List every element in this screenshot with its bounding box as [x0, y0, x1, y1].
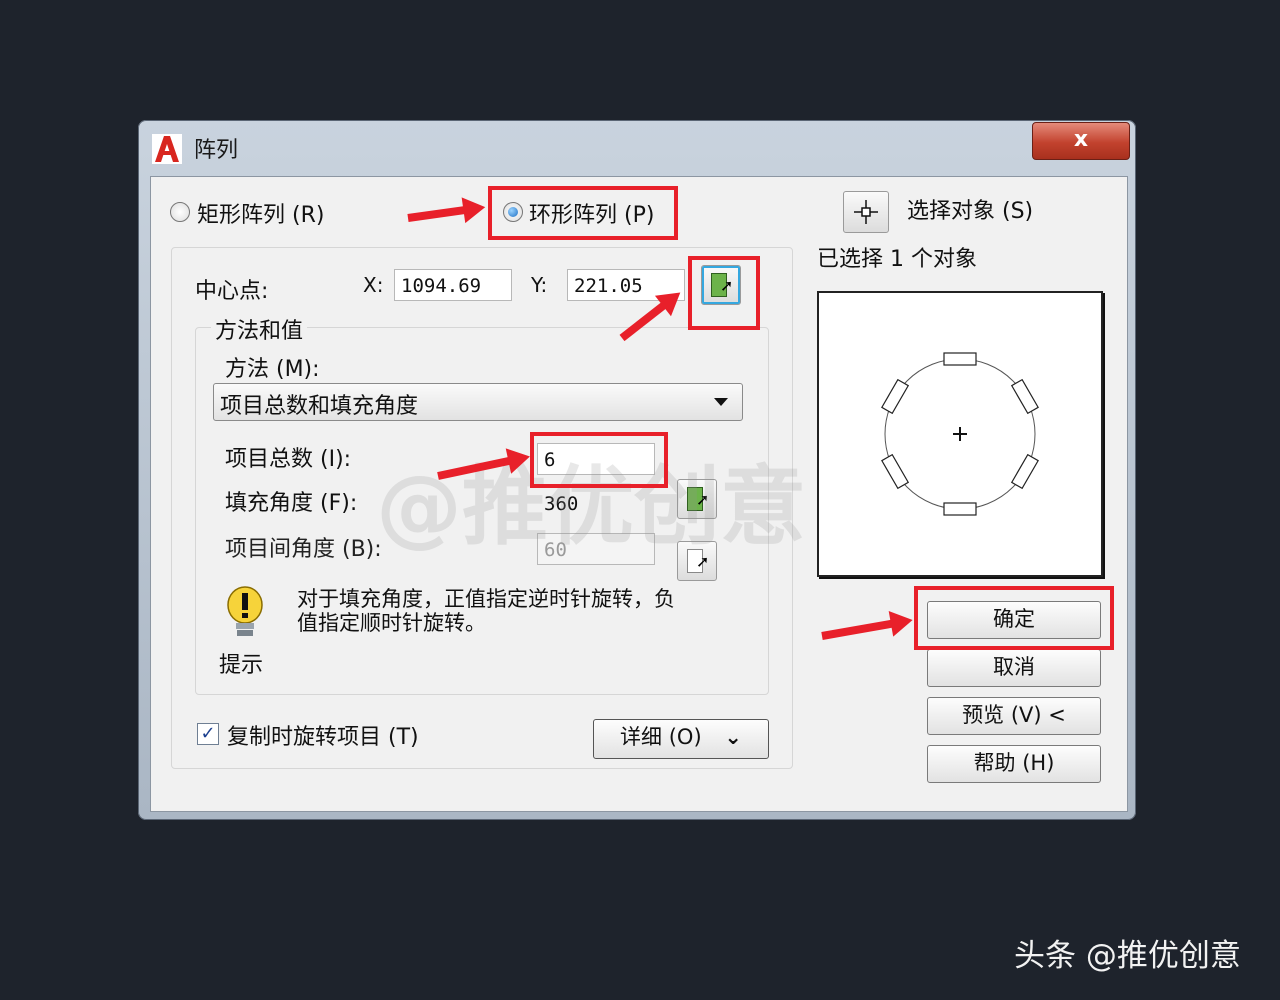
preview-array-item: [1010, 378, 1039, 415]
hint-text-line2: 值指定顺时针旋转。: [297, 611, 486, 635]
double-chevron-down-icon: ⌄: [724, 725, 742, 749]
highlight-polar-radio: [488, 186, 678, 240]
preview-button[interactable]: 预览 (V) <: [927, 697, 1101, 735]
selected-count: 已选择 1 个对象: [817, 247, 977, 272]
preview-array-item: [881, 378, 910, 415]
select-objects-button[interactable]: [843, 191, 889, 233]
between-angle-label: 项目间角度 (B):: [225, 537, 382, 562]
rect-array-radio[interactable]: [170, 202, 190, 222]
rect-array-label[interactable]: 矩形阵列 (R): [197, 197, 324, 229]
lightbulb-icon: [227, 586, 263, 636]
title-bar[interactable]: 阵列 x: [138, 120, 1136, 172]
method-label: 方法 (M):: [225, 357, 320, 382]
crosshair-icon: [854, 200, 878, 224]
cancel-button[interactable]: 取消: [927, 649, 1101, 687]
method-group-title: 方法和值: [211, 313, 308, 345]
highlight-ok-button: [914, 586, 1114, 650]
polar-array-preview: [881, 352, 1039, 516]
help-button[interactable]: 帮助 (H): [927, 745, 1101, 783]
autocad-logo-icon: [152, 134, 182, 164]
preview-array-item: [943, 502, 977, 516]
highlight-total-items: [530, 432, 668, 488]
preview-array-item: [943, 352, 977, 366]
method-select[interactable]: 项目总数和填充角度: [213, 383, 743, 421]
hint-text-line1: 对于填充角度，正值指定逆时针旋转，负: [297, 587, 675, 611]
close-button[interactable]: x: [1032, 122, 1130, 160]
center-y-label: Y:: [531, 273, 548, 297]
rotate-items-checkbox[interactable]: ✓: [197, 723, 219, 745]
preview-array-item: [1010, 453, 1039, 490]
footer-watermark: 头条 @推优创意: [1014, 938, 1241, 974]
chevron-down-icon: [714, 398, 728, 406]
fill-angle-label: 填充角度 (F):: [225, 491, 358, 516]
highlight-pick-center: [688, 256, 760, 330]
details-button[interactable]: 详细 (O) ⌄: [593, 719, 769, 759]
preview-panel: [817, 291, 1103, 577]
details-label: 详细 (O): [620, 725, 702, 749]
center-point-label: 中心点:: [195, 279, 269, 304]
preview-array-item: [881, 453, 910, 490]
method-select-value: 项目总数和填充角度: [220, 394, 419, 419]
hint-label: 提示: [219, 653, 264, 678]
rotate-items-label[interactable]: 复制时旋转项目 (T): [227, 719, 419, 751]
total-items-label: 项目总数 (I):: [225, 447, 352, 472]
center-x-label: X:: [363, 273, 384, 297]
dialog-title: 阵列: [194, 138, 239, 163]
center-x-input[interactable]: 1094.69: [394, 269, 512, 301]
select-objects-label[interactable]: 选择对象 (S): [907, 193, 1033, 225]
